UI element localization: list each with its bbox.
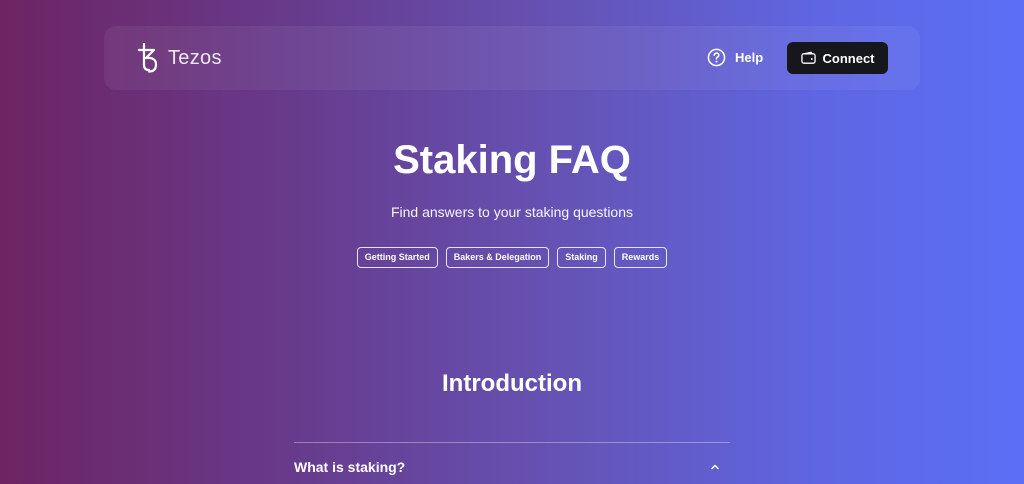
page-title: Staking FAQ — [393, 138, 631, 182]
section-title: Introduction — [442, 370, 582, 397]
wallet-icon — [800, 51, 816, 64]
question-circle-icon — [707, 48, 726, 67]
category-filters: Getting Started Bakers & Delegation Stak… — [0, 247, 1024, 268]
faq-item[interactable]: What is staking? — [294, 443, 730, 484]
faq-list: What is staking? — [294, 442, 730, 484]
top-nav: Tezos Help Connect — [104, 26, 920, 90]
help-link[interactable]: Help — [707, 48, 763, 67]
help-label: Help — [735, 50, 764, 65]
page-subtitle: Find answers to your staking questions — [390, 204, 633, 220]
category-chip-bakers-delegation[interactable]: Bakers & Delegation — [445, 247, 550, 268]
brand-name: Tezos — [168, 46, 222, 69]
chevron-up-icon — [711, 464, 719, 470]
connect-button[interactable]: Connect — [787, 42, 888, 74]
tezos-logo — [137, 42, 158, 73]
category-chip-staking[interactable]: Staking — [557, 247, 606, 268]
brand[interactable]: Tezos — [136, 42, 222, 74]
faq-question: What is staking? — [294, 459, 406, 475]
category-chip-rewards[interactable]: Rewards — [613, 247, 668, 268]
category-chip-getting-started[interactable]: Getting Started — [356, 247, 438, 268]
connect-label: Connect — [822, 50, 875, 66]
